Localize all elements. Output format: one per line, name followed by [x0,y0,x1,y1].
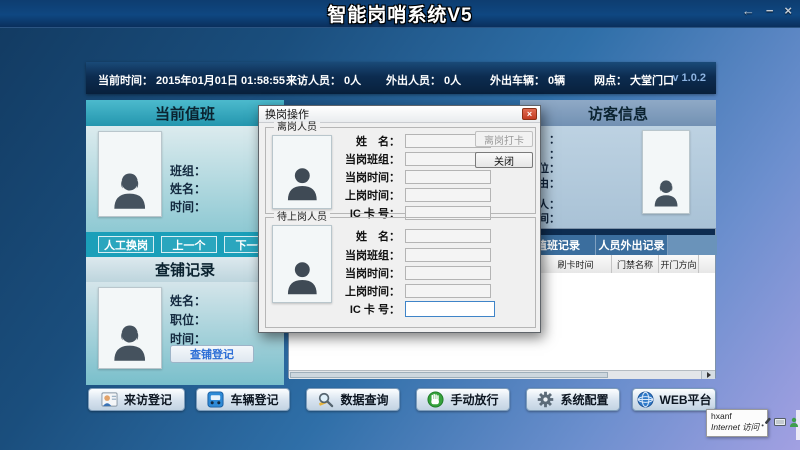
manual-release-icon [427,391,444,408]
title-bar: 智能岗哨系统V5 ← − × [0,0,800,28]
patrol-photo-frame [98,287,162,369]
person-silhouette-icon [282,163,323,204]
clock-out-button[interactable]: 离岗打卡 [475,131,533,147]
field-row: IC 卡 号： [336,301,495,316]
column-door-name: 门禁名称 [611,255,658,273]
leaving-starttime-input [405,188,491,202]
data-query-icon [317,391,334,408]
field-row: 当岗时间： [336,169,491,184]
field-row: 上岗时间： [336,283,491,298]
person-silhouette-icon [108,321,151,364]
vehicle-register-icon [207,391,224,408]
keyboard-icon[interactable] [774,417,786,427]
data-query-button[interactable]: 数据查询 [306,388,400,411]
incoming-person-group: 待上岗人员 姓 名： 当岗班组： 当岗时间： 上岗时间： IC 卡 号： [265,217,536,328]
web-platform-icon [637,391,654,408]
visitor-panel-body: ： ： 单位： 事由： 人： 时间： [520,126,716,228]
web-platform-button[interactable]: WEB平台 [632,388,716,411]
out-people-count: 外出人员：0人 [386,72,461,88]
field-row: 当岗班组： [336,247,491,262]
dialog-title-bar[interactable]: 换岗操作 [259,106,540,123]
patrol-panel-body: 姓名： 职位： 时间： 查铺登记 [86,282,284,385]
vehicle-register-button[interactable]: 车辆登记 [196,388,290,411]
back-icon[interactable]: ← [742,3,755,18]
visitor-panel-title: 访客信息 [520,100,716,126]
shift-change-dialog: 换岗操作 × 离岗人员 姓 名： 当岗班组： 当岗时间： 上岗时间： IC 卡 … [258,105,541,333]
system-config-icon [537,391,554,408]
visitor-photo-frame [642,130,690,214]
duty-name-label: 姓名： [170,180,206,197]
incoming-ic-input[interactable] [405,301,495,317]
incoming-shift-input [405,248,491,262]
pen-icon[interactable] [761,417,771,427]
visitor-register-icon [101,391,118,408]
visitor-count: 来访人员：0人 [286,72,361,88]
patrol-panel-title: 查铺记录 [86,257,284,282]
tab-out-records[interactable]: 人员外出记录 [596,235,668,255]
previous-button[interactable]: 上一个 [161,236,217,253]
duty-panel-title: 当前值班 [86,100,284,126]
column-card-time: 刷卡时间 [539,255,611,273]
patrol-position-label: 职位： [170,311,206,328]
minimize-icon[interactable]: − [766,3,774,18]
visit-register-button[interactable]: 来访登记 [88,388,185,411]
out-vehicle-count: 外出车辆：0辆 [490,72,565,88]
leaving-ontime-input [405,170,491,184]
field-row: 当岗时间： [336,265,491,280]
patrol-register-button[interactable]: 查铺登记 [170,345,254,363]
manual-release-button[interactable]: 手动放行 [416,388,510,411]
person-silhouette-icon [108,169,151,212]
desktop: 智能岗哨系统V5 ← − × 当前时间：2015年01月01日 01:58:55… [0,0,800,450]
duty-group-label: 班组： [170,162,206,179]
patrol-name-label: 姓名： [170,292,206,309]
window-controls: ← − × [742,3,792,18]
incoming-starttime-input [405,284,491,298]
incoming-name-input [405,229,491,243]
leaving-group-label: 离岗人员 [274,122,320,133]
close-icon[interactable]: × [784,3,792,18]
tooltip-line2: Internet 访问 [711,422,763,433]
incoming-photo-frame [272,225,332,303]
tray-icon-row [761,417,800,427]
dialog-close-icon[interactable]: × [522,108,537,120]
visitor-field-fragment: ： [549,131,560,147]
field-row: 姓 名： [336,228,491,243]
duty-photo-frame [98,131,162,217]
manual-shift-button[interactable]: 人工换岗 [98,236,154,253]
site-name: 网点：大堂门口 [594,72,674,88]
field-row: 姓 名： [336,133,491,148]
scrollbar-right-arrow[interactable] [701,371,715,379]
version-label: v 1.0.2 [672,72,706,84]
tray-tooltip: hxanf Internet 访问 [706,409,768,437]
person-status-icon[interactable] [789,417,799,427]
duty-button-row: 人工换岗 上一个 下一个 [86,232,284,257]
app-title: 智能岗哨系统V5 [327,0,472,27]
person-silhouette-icon [282,257,323,298]
person-silhouette-icon [650,177,682,209]
leaving-photo-frame [272,135,332,209]
status-bar: 当前时间：2015年01月01日 01:58:55 来访人员：0人 外出人员：0… [86,62,716,94]
incoming-ontime-input [405,266,491,280]
column-open-direction: 开门方向 [658,255,698,273]
dialog-title: 换岗操作 [265,106,309,122]
horizontal-scrollbar[interactable] [289,370,715,379]
dialog-close-button[interactable]: 关闭 [475,152,533,168]
current-time: 当前时间：2015年01月01日 01:58:55 [98,72,285,88]
duty-time-label: 时间： [170,198,206,215]
column-empty [698,255,717,273]
field-row: 当岗班组： [336,151,491,166]
duty-panel-body: 班组： 姓名： 时间： [86,126,284,232]
field-row: 上岗时间： [336,187,491,202]
tab-bar-spacer [668,235,717,255]
scrollbar-thumb[interactable] [290,372,608,378]
system-config-button[interactable]: 系统配置 [526,388,620,411]
tooltip-line1: hxanf [711,411,763,422]
incoming-group-label: 待上岗人员 [274,212,330,223]
